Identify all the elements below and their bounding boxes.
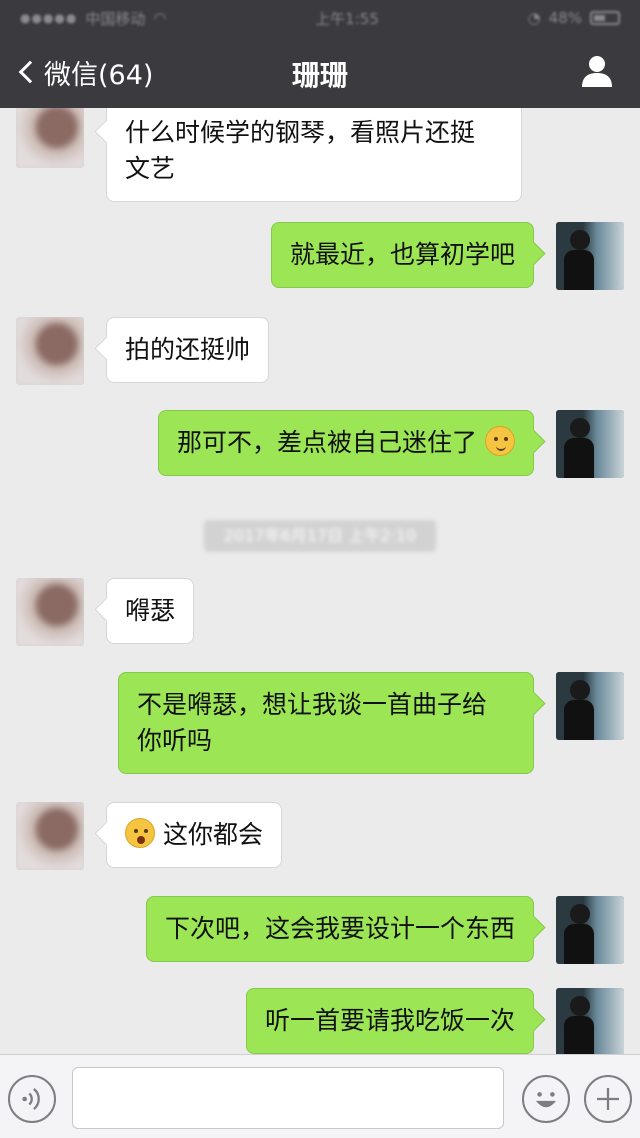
my-avatar[interactable]	[556, 410, 624, 478]
message-text: 听一首要请我吃饭一次	[264, 1006, 515, 1035]
nav-bar: 微信(64) 珊珊	[0, 36, 640, 108]
message-bubble-out[interactable]: 就最近，也算初学吧	[270, 222, 534, 288]
header: ●●●●● 中国移动 ◠ 上午1:55 ◔ 48% 微信(64) 珊珊	[0, 0, 640, 108]
hehe-face-emoji	[485, 426, 515, 456]
message-text: 就最近，也算初学吧	[289, 240, 515, 269]
message-bubble-in[interactable]: 拍的还挺帅	[106, 317, 270, 383]
contact-avatar[interactable]	[16, 108, 84, 168]
message-text: 拍的还挺帅	[125, 335, 251, 364]
message-text: 不是嘚瑟，想让我谈一首曲子给	[137, 690, 488, 719]
battery-percent: 48%	[548, 9, 582, 27]
battery-icon	[590, 11, 620, 25]
message-text: 这你都会	[162, 820, 263, 849]
plus-icon[interactable]	[584, 1075, 632, 1123]
voice-icon[interactable]	[8, 1075, 56, 1123]
message-bubble-in[interactable]: 什么时候学的钢琴，看照片还挺 文艺	[106, 108, 522, 202]
contact-avatar[interactable]	[16, 802, 84, 870]
message-text: 你听吗	[137, 726, 213, 755]
shocked-face-emoji	[125, 818, 155, 848]
my-avatar[interactable]	[556, 222, 624, 290]
carrier-label: 中国移动	[85, 9, 146, 28]
my-avatar[interactable]	[556, 896, 624, 964]
message-text: 什么时候学的钢琴，看照片还挺	[125, 118, 476, 147]
chat-title: 珊珊	[291, 59, 348, 92]
lock-rotation-icon: ◔	[527, 9, 541, 27]
contact-avatar[interactable]	[16, 578, 84, 646]
input-bar	[0, 1054, 640, 1138]
message-bubble-in[interactable]: 这你都会	[106, 802, 282, 868]
wifi-icon: ◠	[153, 9, 167, 27]
message-bubble-out[interactable]: 听一首要请我吃饭一次	[245, 988, 534, 1054]
person-icon[interactable]	[580, 54, 614, 88]
message-text: 文艺	[125, 154, 176, 183]
my-avatar[interactable]	[556, 988, 624, 1054]
my-avatar[interactable]	[556, 672, 624, 740]
emoji-icon[interactable]	[522, 1075, 570, 1123]
message-input[interactable]	[72, 1067, 504, 1129]
timestamp: 2017年6月17日 上午2:10	[204, 520, 436, 552]
signal-icon: ●●●●●	[20, 11, 78, 25]
message-text: 下次吧，这会我要设计一个东西	[164, 914, 515, 943]
message-bubble-in[interactable]: 嘚瑟	[106, 578, 195, 644]
message-text: 那可不，差点被自己迷住了	[177, 428, 478, 457]
message-bubble-out[interactable]: 那可不，差点被自己迷住了	[158, 410, 534, 476]
chat-area[interactable]: 什么时候学的钢琴，看照片还挺 文艺 就最近，也算初学吧 拍的还挺帅 那可不，差点…	[0, 108, 640, 1054]
message-bubble-out[interactable]: 下次吧，这会我要设计一个东西	[145, 896, 534, 962]
message-text: 嘚瑟	[125, 596, 176, 625]
status-bar: ●●●●● 中国移动 ◠ 上午1:55 ◔ 48%	[0, 0, 640, 36]
message-bubble-out[interactable]: 不是嘚瑟，想让我谈一首曲子给 你听吗	[118, 672, 534, 774]
status-time: 上午1:55	[315, 9, 379, 28]
contact-avatar[interactable]	[16, 317, 84, 385]
